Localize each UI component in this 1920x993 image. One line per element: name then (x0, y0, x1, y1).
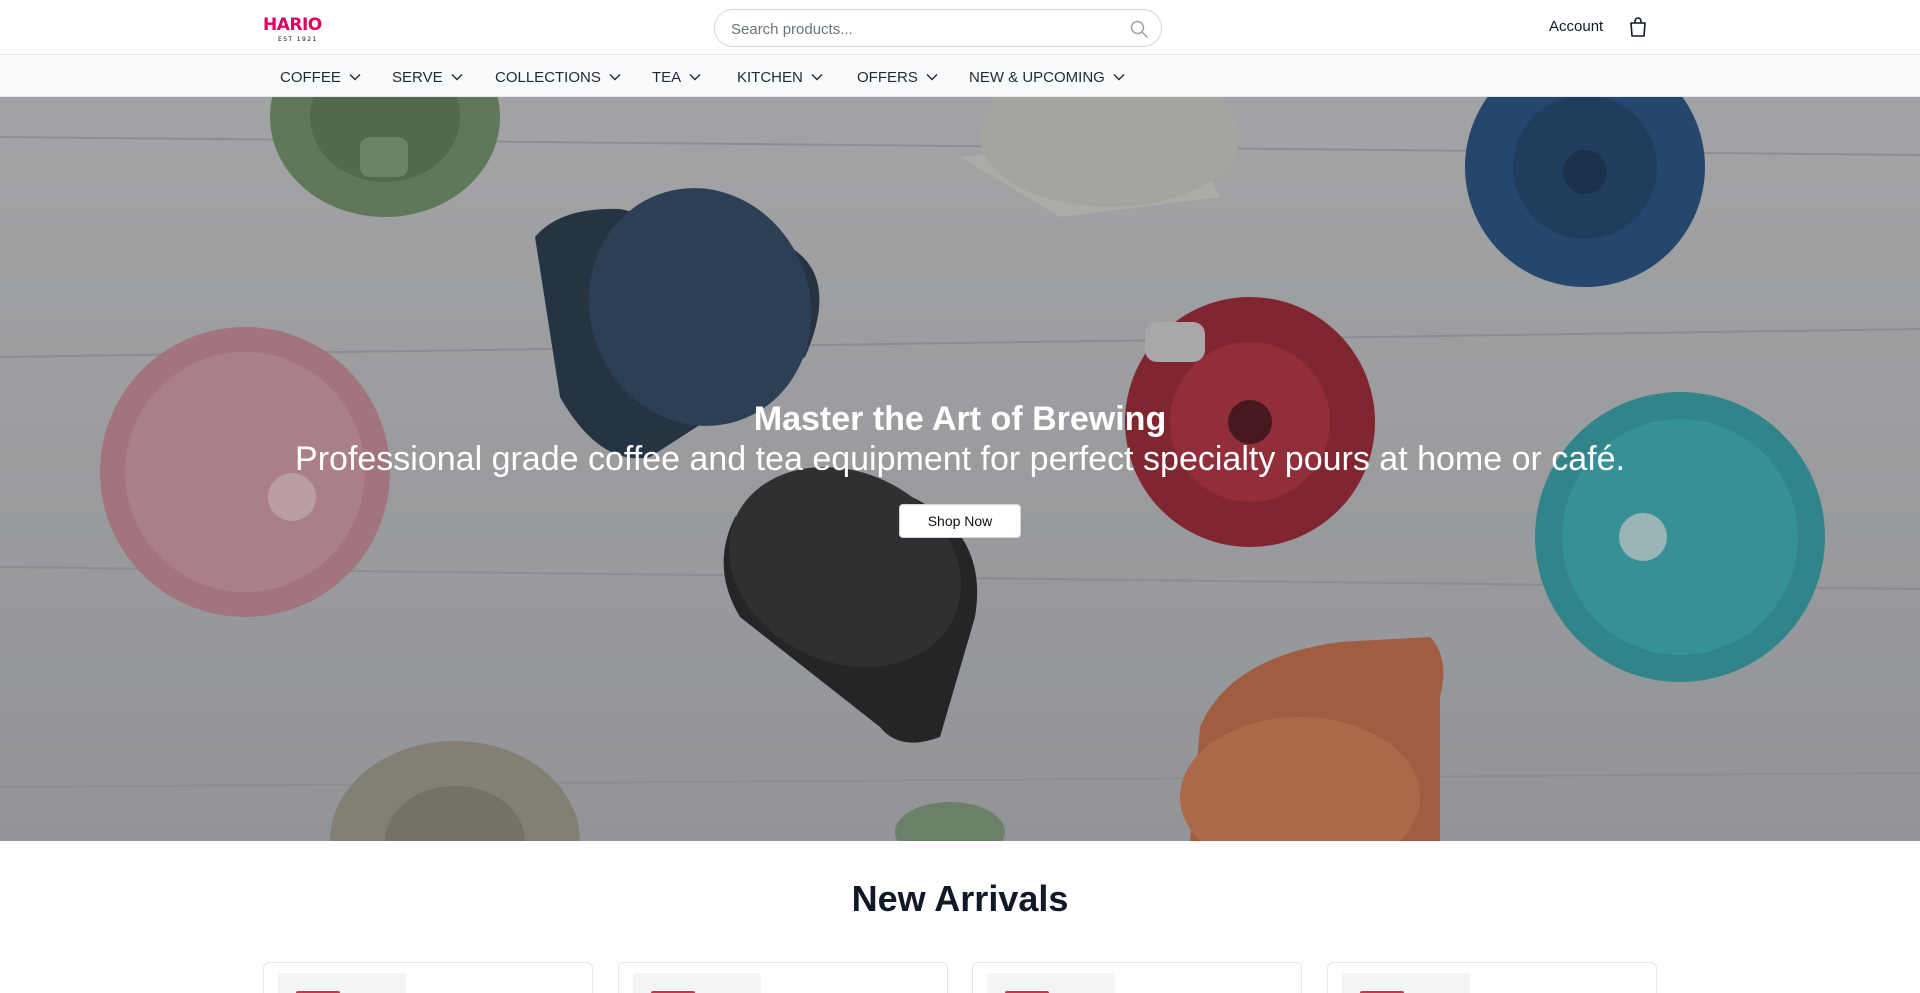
product-card[interactable] (263, 962, 593, 993)
chevron-down-icon (926, 74, 938, 81)
nav-item-new-upcoming[interactable]: NEW & UPCOMING (969, 67, 1125, 87)
nav-item-label: SERVE (392, 68, 443, 86)
nav-item-tea[interactable]: TEA (652, 67, 701, 87)
nav-item-label: TEA (652, 68, 682, 86)
product-card[interactable] (1327, 962, 1657, 993)
shop-now-button[interactable]: Shop Now (899, 504, 1021, 538)
new-arrivals-heading: New Arrivals (851, 878, 1069, 919)
search-input[interactable] (731, 19, 1111, 39)
nav-item-collections[interactable]: COLLECTIONS (495, 67, 621, 87)
product-image[interactable] (1342, 973, 1470, 993)
product-image[interactable] (278, 973, 406, 993)
logo-wordmark: HARIO (263, 15, 322, 35)
nav-item-label: KITCHEN (737, 68, 803, 86)
chevron-down-icon (1113, 74, 1125, 81)
chevron-down-icon (609, 74, 621, 81)
product-image[interactable] (987, 973, 1115, 993)
chevron-down-icon (451, 74, 463, 81)
product-card[interactable] (972, 962, 1302, 993)
hero-subtitle: Professional grade coffee and tea equipm… (295, 440, 1625, 478)
account-link[interactable]: Account (1549, 18, 1603, 35)
product-card[interactable] (618, 962, 948, 993)
chevron-down-icon (689, 74, 701, 81)
logo-tagline: EST 1921 (278, 36, 318, 43)
search-icon[interactable] (1129, 19, 1149, 39)
nav-item-serve[interactable]: SERVE (392, 67, 463, 87)
hero-title: Master the Art of Brewing (753, 400, 1167, 438)
chevron-down-icon (811, 74, 823, 81)
brand-logo[interactable]: HARIO EST 1921 (263, 15, 331, 44)
nav-item-coffee[interactable]: COFFEE (280, 67, 361, 87)
site-header: HARIO EST 1921 Account (0, 0, 1920, 55)
nav-item-label: COFFEE (280, 68, 341, 86)
main-nav: COFFEE SERVE COLLECTIONS TEA KITCHEN OFF… (0, 56, 1920, 97)
nav-item-label: OFFERS (857, 68, 918, 86)
nav-item-label: NEW & UPCOMING (969, 68, 1105, 86)
chevron-down-icon (349, 74, 361, 81)
nav-item-label: COLLECTIONS (495, 68, 601, 86)
nav-item-offers[interactable]: OFFERS (857, 67, 938, 87)
hero-banner: Master the Art of Brewing Professional g… (0, 97, 1920, 841)
search-bar (714, 9, 1162, 47)
product-image[interactable] (633, 973, 761, 993)
nav-item-kitchen[interactable]: KITCHEN (737, 67, 823, 87)
shopping-bag-icon[interactable] (1628, 16, 1648, 38)
